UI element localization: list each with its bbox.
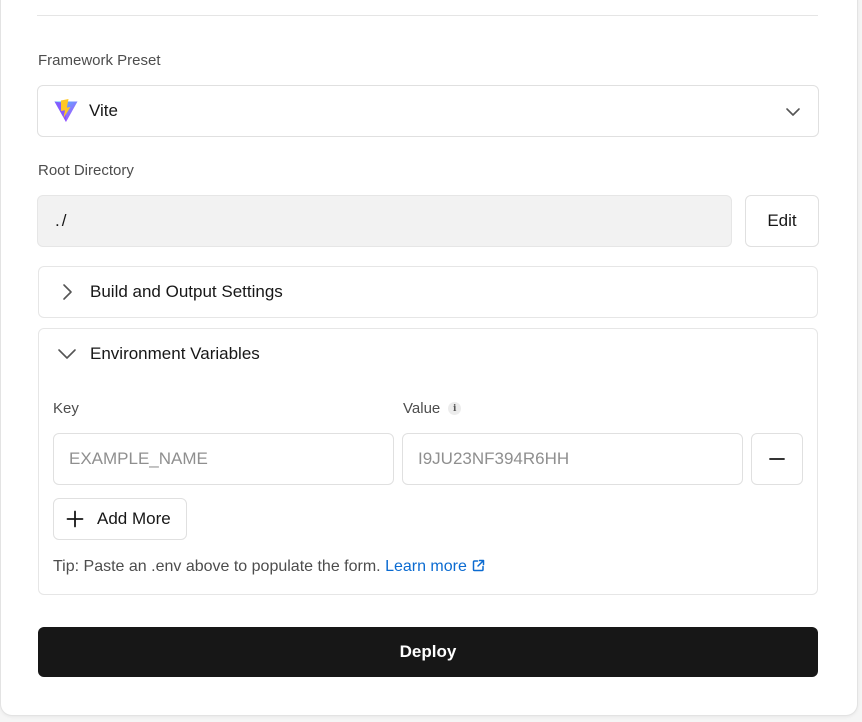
env-value-label-text: Value <box>403 400 441 417</box>
root-directory-input[interactable]: ./ <box>37 195 732 247</box>
chevron-right-icon <box>57 282 77 302</box>
top-divider <box>37 15 818 16</box>
plus-icon <box>66 510 84 528</box>
environment-variables-toggle[interactable]: Environment Variables <box>39 329 817 379</box>
root-directory-label: Root Directory <box>38 162 134 179</box>
framework-preset-label: Framework Preset <box>38 52 161 69</box>
learn-more-link[interactable]: Learn more <box>385 558 485 575</box>
vite-logo-icon <box>53 98 79 124</box>
env-tip: Tip: Paste an .env above to populate the… <box>53 558 485 576</box>
external-link-icon <box>472 559 485 572</box>
env-value-label: Value i <box>403 400 462 417</box>
info-icon[interactable]: i <box>448 402 462 415</box>
build-output-settings-section: Build and Output Settings <box>38 266 818 318</box>
framework-preset-value: Vite <box>89 101 118 120</box>
learn-more-label: Learn more <box>385 558 467 575</box>
build-output-settings-title: Build and Output Settings <box>90 282 283 301</box>
env-tip-text: Tip: Paste an .env above to populate the… <box>53 558 381 575</box>
chevron-down-icon <box>786 108 800 116</box>
remove-env-var-button[interactable] <box>751 433 803 485</box>
env-value-input[interactable] <box>402 433 743 485</box>
minus-icon <box>769 458 785 460</box>
chevron-down-icon <box>57 344 77 364</box>
env-key-label: Key <box>53 400 79 417</box>
framework-preset-select[interactable]: Vite <box>37 85 819 137</box>
env-key-label-text: Key <box>53 400 79 417</box>
add-more-label: Add More <box>97 509 171 528</box>
deploy-button[interactable]: Deploy <box>38 627 818 677</box>
environment-variables-section: Environment Variables Key Value i Add Mo… <box>38 328 818 595</box>
build-output-settings-toggle[interactable]: Build and Output Settings <box>39 267 817 317</box>
environment-variables-title: Environment Variables <box>90 344 260 363</box>
env-key-input[interactable] <box>53 433 394 485</box>
add-more-button[interactable]: Add More <box>53 498 187 540</box>
edit-root-directory-button[interactable]: Edit <box>745 195 819 247</box>
